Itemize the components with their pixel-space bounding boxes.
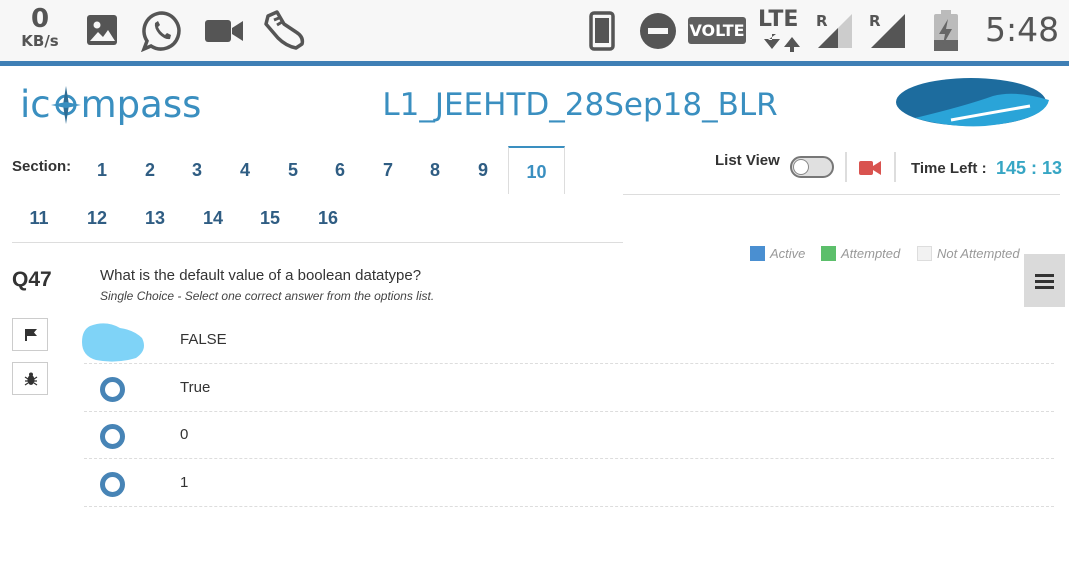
status-bar: 0 KB/s VOLTE LTE R R 5:48 bbox=[0, 0, 1069, 66]
exam-title: L1_JEEHTD_28Sep18_BLR bbox=[382, 87, 778, 123]
hamburger-icon-bar bbox=[1035, 286, 1054, 289]
section-tab-3[interactable]: 3 bbox=[172, 146, 222, 194]
list-view-label: List View bbox=[715, 152, 780, 169]
compass-icon bbox=[50, 86, 81, 124]
image-icon bbox=[87, 15, 117, 45]
question-text: What is the default value of a boolean d… bbox=[100, 267, 422, 284]
time-left-value: 145 : 13 bbox=[996, 158, 1063, 178]
section-tab-2[interactable]: 2 bbox=[125, 146, 175, 194]
radio-button[interactable] bbox=[100, 424, 125, 449]
toolbar-divider bbox=[623, 194, 1060, 195]
lte-label: LTE bbox=[758, 7, 799, 32]
legend-active: Active bbox=[750, 246, 805, 261]
toolbar-separator bbox=[894, 152, 896, 182]
video-camera-icon bbox=[205, 20, 243, 42]
legend-active-label: Active bbox=[770, 246, 806, 261]
status-bar-underline bbox=[0, 61, 1069, 66]
option-label: 0 bbox=[180, 426, 189, 443]
section-tab-9[interactable]: 9 bbox=[458, 146, 508, 194]
toolbar-separator bbox=[845, 152, 847, 182]
icompass-logo: ic mpass bbox=[20, 80, 201, 130]
option-true[interactable]: True bbox=[84, 364, 1054, 412]
legend-not-attempted-label: Not Attempted bbox=[937, 246, 1020, 261]
video-camera-icon[interactable] bbox=[859, 160, 881, 176]
section-tab-10[interactable]: 10 bbox=[508, 146, 565, 194]
battery-charging-icon bbox=[934, 10, 958, 51]
time-left-label: Time Left : bbox=[911, 160, 987, 177]
toggle-knob bbox=[793, 159, 809, 175]
whatsapp-icon bbox=[141, 11, 181, 52]
section-label: Section: bbox=[12, 158, 72, 175]
hamburger-icon-bar bbox=[1035, 280, 1054, 283]
legend-not-attempted: Not Attempted bbox=[917, 246, 1020, 261]
radio-button[interactable] bbox=[100, 472, 125, 497]
section-tab-1[interactable]: 1 bbox=[77, 146, 127, 194]
data-speed: 0 KB/s bbox=[18, 6, 62, 50]
logo-text-end: mpass bbox=[80, 83, 202, 126]
bug-icon bbox=[24, 372, 38, 386]
hamburger-icon bbox=[1035, 274, 1054, 277]
section-tab-5[interactable]: 5 bbox=[268, 146, 318, 194]
question-hint: Single Choice - Select one correct answe… bbox=[100, 289, 435, 303]
menu-button[interactable] bbox=[1024, 254, 1065, 307]
option-0[interactable]: 0 bbox=[84, 411, 1054, 459]
radio-button[interactable] bbox=[100, 377, 125, 402]
flag-button[interactable] bbox=[12, 318, 48, 351]
option-label: 1 bbox=[180, 474, 189, 491]
signal-icon-2 bbox=[871, 14, 905, 48]
section-tab-12[interactable]: 12 bbox=[72, 194, 122, 242]
option-label: FALSE bbox=[180, 331, 227, 348]
data-speed-value: 0 bbox=[30, 4, 50, 34]
data-speed-unit: KB/s bbox=[21, 32, 59, 50]
phone-icon bbox=[589, 11, 615, 51]
question-number: Q47 bbox=[12, 268, 52, 291]
selected-marker bbox=[82, 323, 144, 362]
legend-not-attempted-swatch bbox=[917, 246, 932, 261]
logo-text-start: ic bbox=[20, 83, 51, 126]
option-label: True bbox=[180, 379, 211, 396]
section-tab-14[interactable]: 14 bbox=[188, 194, 238, 242]
legend-active-swatch bbox=[750, 246, 765, 261]
section-tab-15[interactable]: 15 bbox=[245, 194, 295, 242]
section-tab-8[interactable]: 8 bbox=[410, 146, 460, 194]
section-divider bbox=[12, 242, 623, 243]
section-tab-13[interactable]: 13 bbox=[130, 194, 180, 242]
flag-icon bbox=[25, 329, 37, 341]
legend-attempted: Attempted bbox=[821, 246, 900, 261]
section-tab-7[interactable]: 7 bbox=[363, 146, 413, 194]
legend-attempted-swatch bbox=[821, 246, 836, 261]
data-arrows-icon bbox=[764, 34, 800, 52]
volte-badge: VOLTE bbox=[688, 17, 746, 44]
option-1[interactable]: 1 bbox=[84, 459, 1054, 507]
do-not-disturb-icon bbox=[640, 13, 676, 49]
signal-icon bbox=[818, 14, 852, 48]
brand-logo bbox=[896, 78, 1049, 127]
section-tab-16[interactable]: 16 bbox=[303, 194, 353, 242]
section-tab-6[interactable]: 6 bbox=[315, 146, 365, 194]
report-bug-button[interactable] bbox=[12, 362, 48, 395]
clock: 5:48 bbox=[985, 10, 1060, 49]
section-tab-11[interactable]: 11 bbox=[14, 194, 64, 242]
list-view-toggle[interactable] bbox=[790, 156, 834, 178]
option-false[interactable]: FALSE bbox=[82, 316, 1054, 364]
legend-attempted-label: Attempted bbox=[841, 246, 901, 261]
section-tab-4[interactable]: 4 bbox=[220, 146, 270, 194]
lte-indicator: LTE bbox=[758, 7, 800, 52]
running-shoe-icon bbox=[264, 10, 305, 50]
